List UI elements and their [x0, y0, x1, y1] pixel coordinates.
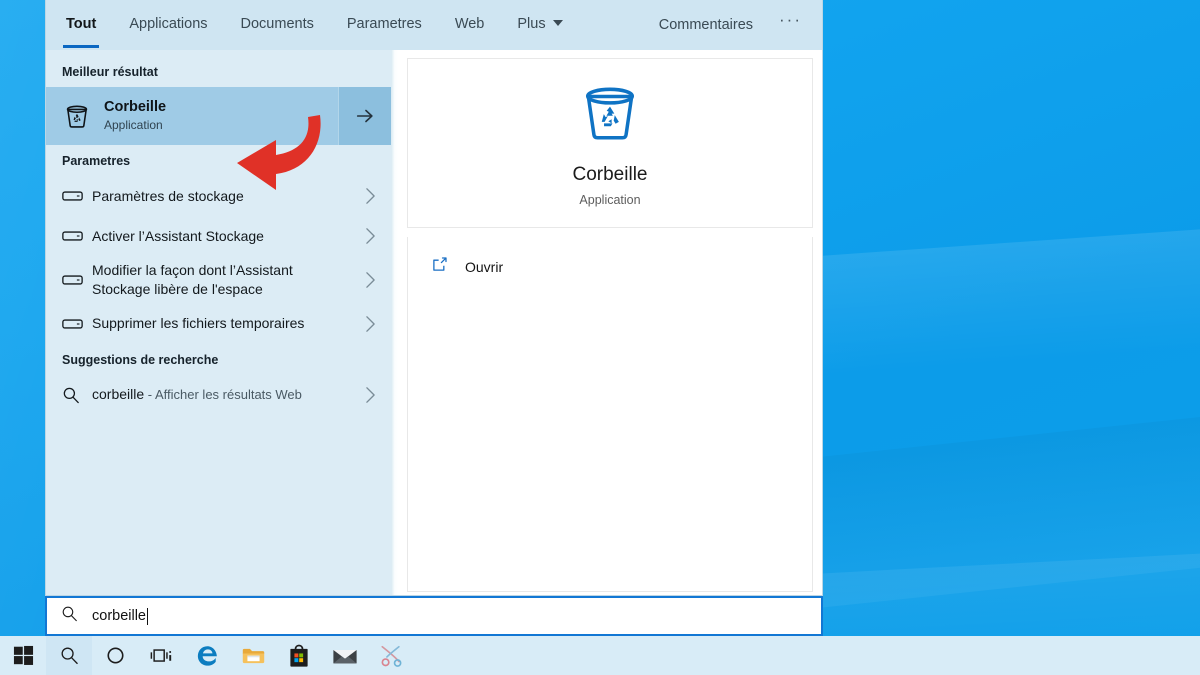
tab-label: Parametres — [346, 16, 422, 32]
tab-parametres[interactable]: Parametres — [347, 16, 422, 34]
suggestion-query: corbeille — [92, 386, 145, 403]
tab-label: Web — [454, 16, 485, 32]
chevron-down-icon — [552, 20, 563, 27]
cortana-button[interactable] — [92, 636, 138, 675]
tab-label: Documents — [240, 16, 314, 32]
search-icon — [62, 386, 92, 404]
drive-icon — [62, 317, 92, 331]
settings-item-label: Paramètres de stockage — [92, 187, 244, 204]
preview-card: Corbeille Application — [407, 58, 813, 228]
desktop: Tout Applications Documents Parametres W… — [0, 0, 1200, 675]
chevron-right-icon — [359, 386, 381, 404]
search-icon — [61, 647, 78, 665]
settings-item-supprimer-fichiers-temporaires[interactable]: Supprimer les fichiers temporaires — [46, 304, 391, 344]
recycle-bin-icon — [577, 79, 643, 150]
preview-app-type: Application — [579, 193, 641, 207]
action-ouvrir[interactable]: Ouvrir — [408, 248, 812, 286]
store-bag-icon — [290, 644, 308, 667]
mail-envelope-icon — [333, 649, 357, 663]
search-input-value-group: corbeille — [92, 607, 148, 625]
best-match-text-group: Corbeille Application — [104, 99, 166, 132]
section-header-suggestions: Suggestions de recherche — [62, 352, 219, 367]
tab-applications[interactable]: Applications — [129, 16, 207, 34]
tab-label: Tout — [66, 16, 97, 32]
text-cursor — [147, 607, 148, 625]
settings-item-label: Supprimer les fichiers temporaires — [92, 315, 305, 332]
best-match-item-corbeille[interactable]: Corbeille Application — [46, 87, 338, 145]
search-results-body: Meilleur résultat Corbeille Application … — [46, 50, 822, 595]
tab-tout[interactable]: Tout — [62, 16, 100, 48]
settings-item-label: Activer l’Assistant Stockage — [92, 227, 264, 244]
arrow-right-icon — [356, 109, 373, 123]
search-input-bar[interactable]: corbeille — [45, 596, 823, 636]
search-input-value[interactable]: corbeille — [92, 608, 146, 624]
search-button[interactable] — [46, 636, 92, 675]
drive-icon — [62, 229, 92, 243]
tab-web[interactable]: Web — [455, 16, 485, 34]
file-explorer-button[interactable] — [230, 636, 276, 675]
section-header-parametres: Parametres — [62, 154, 131, 168]
search-icon — [61, 605, 78, 627]
search-flyout-panel: Tout Applications Documents Parametres W… — [45, 0, 823, 596]
results-list-pane: Meilleur résultat Corbeille Application … — [46, 50, 391, 595]
search-tab-bar: Tout Applications Documents Parametres W… — [46, 0, 822, 50]
task-view-icon — [150, 648, 172, 662]
cortana-circle-icon — [106, 647, 124, 664]
taskbar — [0, 636, 1200, 675]
task-view-button[interactable] — [138, 636, 184, 675]
chevron-right-icon — [359, 187, 381, 205]
folder-icon — [242, 648, 264, 663]
tab-plus[interactable]: Plus — [517, 16, 563, 34]
tab-label: Plus — [517, 16, 546, 32]
settings-item-modifier-assistant-stockage[interactable]: Modifier la façon dont l’Assistant Stock… — [46, 256, 391, 304]
best-match-subtitle: Application — [104, 118, 163, 133]
tab-label: Applications — [129, 16, 208, 32]
action-label: Ouvrir — [465, 259, 504, 275]
section-header-best-match: Meilleur résultat — [62, 65, 158, 79]
pane-divider — [391, 50, 398, 595]
tab-documents[interactable]: Documents — [241, 16, 314, 34]
preview-app-name: Corbeille — [572, 164, 648, 185]
open-external-icon — [430, 255, 449, 279]
store-button[interactable] — [276, 636, 322, 675]
settings-item-activer-lassistant-stockage[interactable]: Activer l’Assistant Stockage — [46, 216, 391, 256]
best-match-title: Corbeille — [104, 99, 167, 116]
mail-button[interactable] — [322, 636, 368, 675]
tab-bar-right-group: Commentaires ··· — [659, 10, 806, 35]
suggestion-description: - Afficher les résultats Web — [144, 387, 302, 403]
best-match-expand-button[interactable] — [338, 87, 391, 145]
edge-icon — [197, 646, 217, 666]
preview-actions-list: Ouvrir — [407, 237, 813, 592]
settings-item-parametres-de-stockage[interactable]: Paramètres de stockage — [46, 176, 391, 216]
windows-logo-icon — [13, 645, 33, 665]
chevron-right-icon — [359, 315, 381, 333]
start-button[interactable] — [0, 636, 46, 675]
suggestion-item-corbeille-web[interactable]: corbeille - Afficher les résultats Web — [46, 375, 391, 415]
feedback-link[interactable]: Commentaires — [659, 17, 753, 33]
suggestion-label: corbeille - Afficher les résultats Web — [92, 385, 359, 404]
more-options-icon[interactable]: ··· — [779, 10, 806, 30]
edge-button[interactable] — [184, 636, 230, 675]
scissors-icon — [380, 645, 401, 667]
settings-item-label: Modifier la façon dont l’Assistant Stock… — [92, 262, 293, 297]
chevron-right-icon — [359, 271, 381, 289]
recycle-bin-icon — [60, 102, 94, 130]
drive-icon — [62, 189, 92, 203]
chevron-right-icon — [359, 227, 381, 245]
drive-icon — [62, 273, 92, 287]
best-match-row: Corbeille Application — [46, 87, 391, 145]
snipping-tool-button[interactable] — [368, 636, 414, 675]
preview-pane: Corbeille Application Ouvrir — [398, 50, 822, 595]
